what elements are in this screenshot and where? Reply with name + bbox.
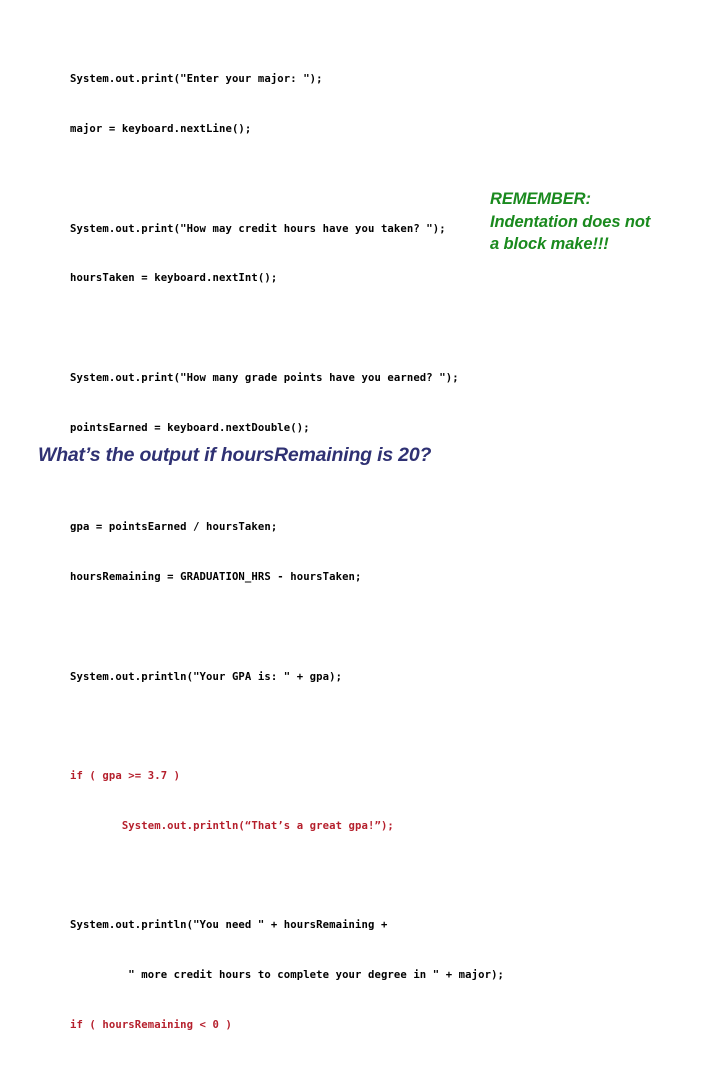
code-line: pointsEarned = keyboard.nextDouble(); [70,421,310,434]
code-line: System.out.println("Your GPA is: " + gpa… [70,670,343,683]
code-line-println-great-gpa: System.out.println(“That’s a great gpa!”… [70,819,394,832]
code-line-if-gpa: if ( gpa >= 3.7 ) [70,770,181,783]
code-line: hoursTaken = keyboard.nextInt(); [70,272,278,285]
question-prompt: What’s the output if hoursRemaining is 2… [38,444,432,466]
code-line: gpa = pointsEarned / hoursTaken; [70,521,278,534]
remember-callout-line-3: a block make!!! [490,235,609,253]
code-line: System.out.print("Enter your major: "); [70,73,323,86]
remember-callout-heading: REMEMBER: [490,190,591,208]
slide-canvas: System.out.print("Enter your major: "); … [0,0,720,1031]
code-line: " more credit hours to complete your deg… [70,969,505,982]
code-line: System.out.println("You need " + hoursRe… [70,919,388,932]
code-line: System.out.print("How many grade points … [70,371,459,384]
code-line: hoursRemaining = GRADUATION_HRS - hoursT… [70,571,362,583]
remember-callout: REMEMBER: Indentation does not a block m… [490,188,710,256]
remember-callout-line-2: Indentation does not [490,212,651,231]
code-line: major = keyboard.nextLine(); [70,122,252,135]
code-line-if-hours-remaining: if ( hoursRemaining < 0 ) [70,1019,232,1032]
